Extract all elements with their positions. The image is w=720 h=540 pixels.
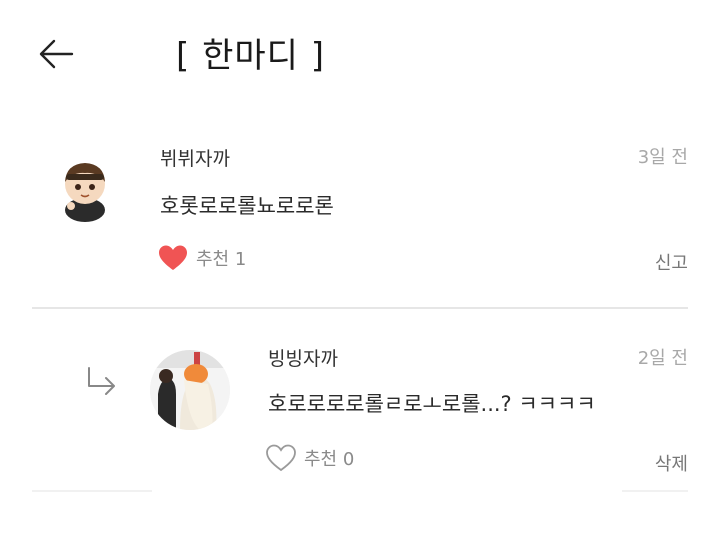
comments-screen: [ 한마디 ] 뷔뷔자까 3일 전 호롯로로롤뇨로로론 추천 1 신고 빙빙자까… — [0, 0, 720, 540]
like-button[interactable]: 추천 0 — [266, 444, 354, 472]
like-count-label: 추천 0 — [304, 449, 355, 470]
heart-outline-icon — [266, 444, 296, 472]
reply-author: 빙빙자까 — [268, 348, 338, 370]
divider — [32, 490, 152, 492]
divider — [622, 490, 688, 492]
reply-item: 빙빙자까 2일 전 호로로로로롤ㄹ로ㅗ로롤...? ㅋㅋㅋㅋ 추천 0 삭제 — [0, 0, 720, 500]
avatar[interactable] — [150, 350, 230, 430]
reply-arrow-icon — [88, 367, 115, 395]
delete-button[interactable]: 삭제 — [655, 450, 688, 476]
reply-time: 2일 전 — [637, 348, 688, 369]
reply-text: 호로로로로롤ㄹ로ㅗ로롤...? ㅋㅋㅋㅋ — [268, 392, 596, 416]
photo-avatar-icon — [150, 350, 230, 430]
